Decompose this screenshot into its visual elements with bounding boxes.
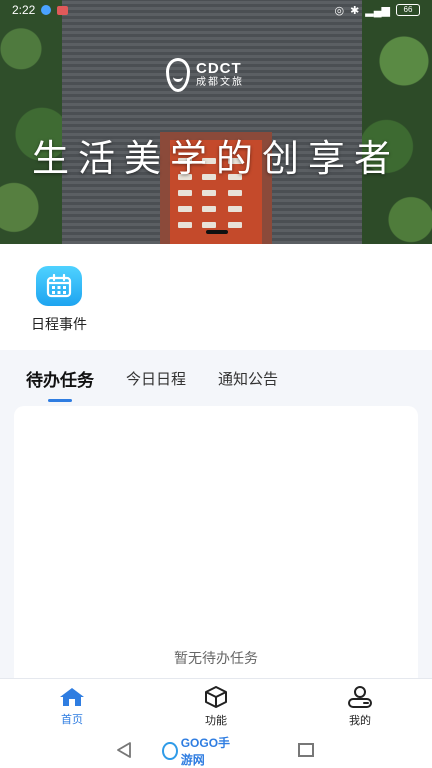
empty-state-text: 暂无待办任务 bbox=[174, 650, 258, 666]
task-tabs: 待办任务 今日日程 通知公告 bbox=[0, 350, 432, 406]
task-list-card: 暂无待办任务 bbox=[14, 406, 418, 696]
tabbar-mine-label: 我的 bbox=[349, 715, 371, 727]
system-nav-bar: GOGO手游网 bbox=[0, 734, 432, 768]
tab-announcements[interactable]: 通知公告 bbox=[218, 368, 278, 389]
tabbar-home[interactable]: 首页 bbox=[0, 679, 144, 735]
schedule-events-entry[interactable]: 日程事件 bbox=[24, 266, 94, 334]
recent-apps-icon[interactable] bbox=[298, 743, 314, 757]
wifi-icon: ◎ bbox=[334, 4, 345, 17]
tabbar-home-label: 首页 bbox=[61, 714, 83, 726]
status-bar: 2:22 ◎ ✱ ▂▄▆ 66 bbox=[0, 0, 432, 20]
tabbar-functions[interactable]: 功能 bbox=[144, 679, 288, 735]
back-icon[interactable] bbox=[116, 742, 132, 758]
quick-entry-panel: 日程事件 bbox=[0, 244, 432, 350]
app-notification-icon bbox=[57, 5, 69, 15]
logo-subtitle: 成都文旅 bbox=[196, 77, 244, 88]
battery-icon: 66 bbox=[396, 4, 420, 16]
tabbar-functions-label: 功能 bbox=[205, 715, 227, 727]
banner-slogan: 生活美学的创享者 bbox=[32, 138, 400, 179]
banner-trees-left bbox=[0, 0, 70, 244]
banner[interactable]: CDCT 成都文旅 生活美学的创享者 bbox=[0, 0, 432, 244]
bluetooth-icon: ✱ bbox=[350, 4, 360, 17]
logo-title: CDCT bbox=[196, 60, 242, 77]
carousel-indicator[interactable] bbox=[206, 230, 228, 234]
notification-icon bbox=[41, 5, 52, 15]
cube-icon bbox=[205, 686, 227, 708]
calendar-icon bbox=[36, 266, 82, 306]
schedule-events-label: 日程事件 bbox=[31, 316, 87, 332]
home-icon bbox=[60, 688, 84, 706]
tabbar-mine[interactable]: 我的 bbox=[288, 679, 432, 735]
tab-today-schedule[interactable]: 今日日程 bbox=[126, 368, 186, 389]
signal-icon: ▂▄▆ bbox=[365, 4, 390, 17]
banner-trees-right bbox=[362, 0, 432, 244]
bottom-tab-bar: 首页 功能 我的 bbox=[0, 678, 432, 735]
home-nav-label: GOGO手游网 bbox=[180, 736, 231, 767]
home-circle-icon bbox=[162, 742, 178, 760]
home-nav-button[interactable]: GOGO手游网 bbox=[162, 736, 242, 767]
status-time: 2:22 bbox=[12, 3, 36, 17]
tab-pending-tasks[interactable]: 待办任务 bbox=[26, 366, 94, 391]
cdct-logo: CDCT 成都文旅 bbox=[166, 58, 244, 92]
cdct-logo-mark bbox=[166, 58, 190, 92]
user-icon bbox=[348, 686, 372, 708]
